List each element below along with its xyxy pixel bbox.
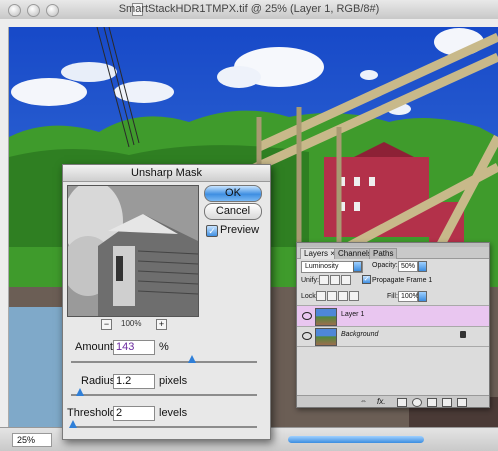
propagate-checkbox[interactable]: ✓ <box>362 275 371 284</box>
vertical-ruler[interactable] <box>0 27 9 427</box>
visibility-eye-icon[interactable] <box>302 332 312 340</box>
propagate-label: Propagate Frame 1 <box>372 277 433 284</box>
radius-slider-thumb[interactable] <box>76 388 85 396</box>
amount-unit: % <box>159 341 169 353</box>
zoom-out-button[interactable]: − <box>101 319 112 330</box>
horizontal-scrollbar[interactable] <box>288 436 424 443</box>
amount-label: Amount: <box>75 341 116 353</box>
threshold-input[interactable]: 2 <box>113 406 155 421</box>
fill-label: Fill: <box>387 293 398 300</box>
new-group-icon[interactable] <box>427 398 437 407</box>
document-title: SmartStackHDR1TMPX.tif @ 25% (Layer 1, R… <box>118 3 380 15</box>
unify-style-icon[interactable] <box>341 275 351 285</box>
preview-label: Preview <box>220 224 260 236</box>
amount-input[interactable]: 143 <box>113 340 155 355</box>
fill-input[interactable]: 100% <box>398 291 419 302</box>
trash-icon[interactable] <box>457 398 467 407</box>
layer-row-layer-1[interactable]: Layer 1 <box>297 305 489 327</box>
link-layers-icon[interactable]: ⇔ <box>360 398 368 405</box>
threshold-label: Threshold: <box>67 407 119 419</box>
radius-slider-track[interactable] <box>71 394 257 396</box>
lock-pixels-icon[interactable] <box>327 291 337 301</box>
layer-name: Background <box>341 331 379 338</box>
visibility-eye-icon[interactable] <box>302 312 312 320</box>
threshold-slider-thumb[interactable] <box>68 420 77 428</box>
layers-panel-footer: ⇔ fx. <box>297 395 489 407</box>
threshold-unit: levels <box>159 407 188 419</box>
threshold-slider-track[interactable] <box>71 426 257 428</box>
opacity-input[interactable]: 50% <box>398 261 418 272</box>
radius-input[interactable]: 1.2 <box>113 374 155 389</box>
unify-visibility-icon[interactable] <box>330 275 340 285</box>
preview-zoom-level: 100% <box>121 319 142 328</box>
radius-unit: pixels <box>159 375 188 387</box>
lock-icon <box>460 331 466 338</box>
zoom-level-field[interactable]: 25% <box>12 433 52 447</box>
dialog-title: Unsharp Mask <box>63 165 270 182</box>
layer-name: Layer 1 <box>341 311 365 318</box>
lock-transparency-icon[interactable] <box>316 291 326 301</box>
amount-slider-thumb[interactable] <box>187 355 196 363</box>
preview-image <box>68 186 198 316</box>
fill-arrow-icon[interactable] <box>418 291 427 302</box>
preview-checkbox[interactable]: ✓ <box>206 225 218 237</box>
unify-label: Unify: <box>301 277 319 284</box>
layers-panel: Layers × Channels Paths Luminosity Opaci… <box>296 242 490 408</box>
lock-position-icon[interactable] <box>338 291 348 301</box>
blend-mode-arrow-icon[interactable] <box>353 261 362 272</box>
ok-button[interactable]: OK <box>204 185 262 202</box>
layer-style-button[interactable]: fx. <box>377 397 385 406</box>
opacity-label: Opacity: <box>372 262 398 269</box>
tab-paths[interactable]: Paths <box>369 248 398 259</box>
cancel-button[interactable]: Cancel <box>204 203 262 220</box>
layer-thumbnail <box>315 328 337 346</box>
document-titlebar[interactable]: SmartStackHDR1TMPX.tif @ 25% (Layer 1, R… <box>0 0 498 20</box>
zoom-in-button[interactable]: + <box>156 319 167 330</box>
adjustment-layer-icon[interactable] <box>412 398 422 407</box>
layer-row-background[interactable]: Background <box>297 326 489 347</box>
new-layer-icon[interactable] <box>442 398 452 407</box>
add-mask-icon[interactable] <box>397 398 407 407</box>
filter-preview[interactable] <box>67 185 199 317</box>
unify-position-icon[interactable] <box>319 275 329 285</box>
opacity-arrow-icon[interactable] <box>418 261 427 272</box>
unsharp-mask-dialog: Unsharp Mask − 100% + OK Cancel ✓ Previe… <box>62 164 271 440</box>
amount-slider-track[interactable] <box>71 361 257 363</box>
panel-tabs: Layers × Channels Paths <box>297 247 489 259</box>
lock-all-icon[interactable] <box>349 291 359 301</box>
layer-thumbnail <box>315 308 337 326</box>
